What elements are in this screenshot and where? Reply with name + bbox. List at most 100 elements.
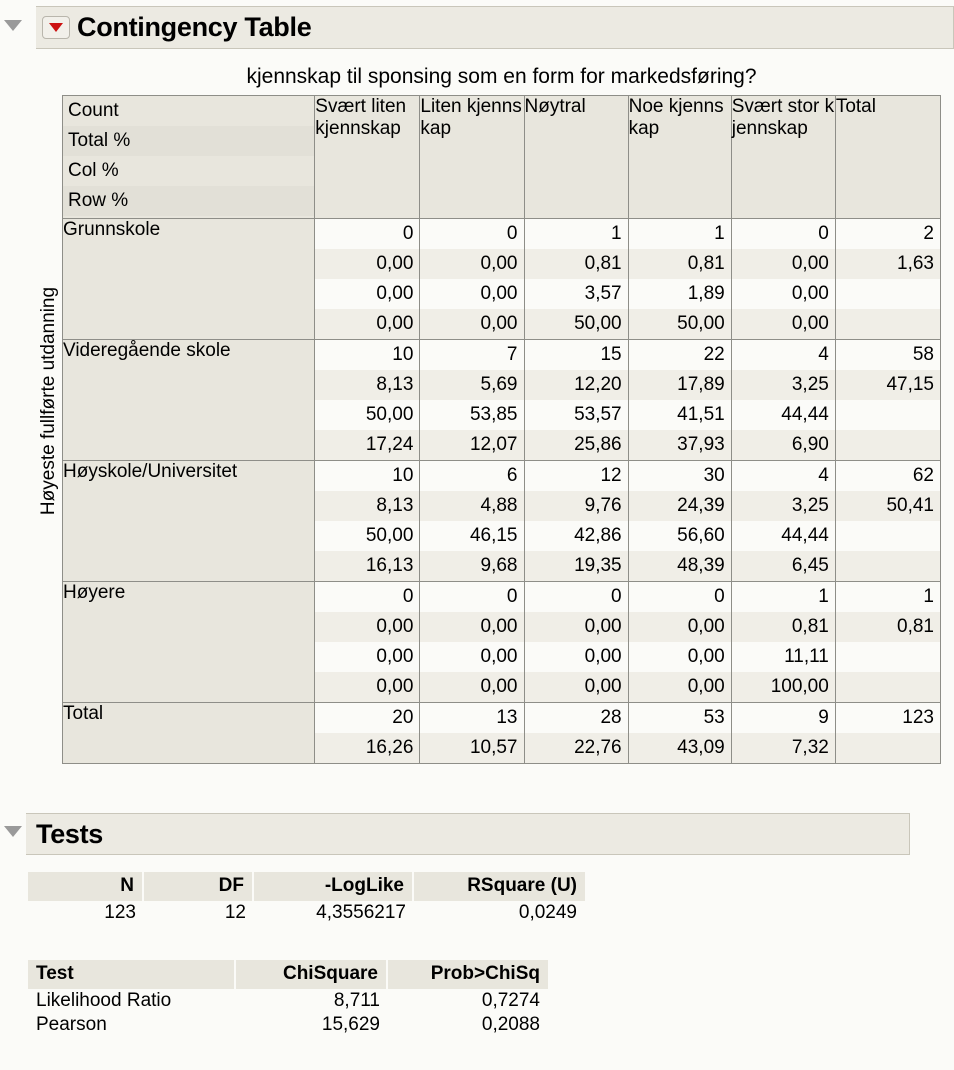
cell-value: 12	[600, 465, 622, 486]
cell-value	[835, 672, 940, 702]
cell-value	[835, 551, 940, 581]
cell-value: 11,11	[784, 646, 829, 667]
cell-value: 0	[506, 586, 518, 607]
column-variable-title: kjennskap til sponsing som en form for m…	[246, 65, 757, 88]
cell-value: 0	[714, 586, 725, 607]
table-row: Høyskole/Universitet 10 8,13 50,00 16,13 6 4,8…	[61, 460, 942, 582]
cell-value: 0,00	[791, 283, 829, 304]
cell-value: 30	[703, 465, 725, 486]
cell-value: 0,00	[731, 249, 835, 279]
tests-disclosure-triangle[interactable]	[2, 820, 24, 842]
data-cell: 4 3,25 44,44 6,45	[730, 460, 836, 582]
column-header-test: Test	[28, 960, 236, 989]
cell-value: 58	[912, 344, 934, 365]
cell-value: 20	[392, 707, 414, 728]
cell-value: 46,15	[469, 525, 518, 546]
stat-legend-cell: Count Total % Col % Row %	[61, 95, 316, 219]
cell-value: 7,32	[731, 733, 835, 763]
contingency-title: Contingency Table	[77, 12, 312, 42]
cell-value	[836, 400, 940, 430]
table-row: Likelihood Ratio 8,711 0,7274	[28, 989, 548, 1013]
triangle-down-icon	[4, 825, 22, 837]
cell-value: 44,44	[781, 525, 829, 546]
column-header-prob: Prob>ChiSq	[388, 960, 548, 989]
table-total-row: Total 20 16,26 13 10,57 28 22,76 53 43,09 9 7,32 12…	[61, 702, 942, 764]
value-n: 123	[104, 902, 136, 923]
cell-value: 6	[506, 465, 518, 486]
data-cell: 13 10,57	[419, 702, 525, 764]
cell-value: 8,13	[315, 491, 420, 521]
cell-value: 0,81	[524, 249, 628, 279]
cell-value: 28	[600, 707, 622, 728]
cell-value: 9	[818, 707, 829, 728]
data-cell: 20 16,26	[314, 702, 421, 764]
cell-value: 25,86	[524, 430, 628, 460]
cell-value: 0,00	[420, 612, 524, 642]
cell-value: 41,51	[677, 404, 725, 425]
cell-value: 7	[506, 344, 518, 365]
column-header-chisquare: ChiSquare	[236, 960, 388, 989]
cell-value: 0,00	[584, 646, 622, 667]
cell-value: 22,76	[524, 733, 628, 763]
cell-value: 1,63	[835, 249, 940, 279]
cell-value: 0,00	[376, 646, 414, 667]
tests-summary-table: N DF -LogLike RSquare (U) 123 12 4,35562…	[28, 872, 585, 925]
cell-value	[835, 309, 940, 339]
data-cell: 10 8,13 50,00 16,13	[314, 460, 421, 582]
stat-legend-item: Count	[68, 100, 119, 121]
stat-legend-item: Row %	[63, 186, 315, 216]
column-header: Noe kjennskap	[627, 95, 732, 219]
cell-value: 13	[496, 707, 518, 728]
cell-value: 0,00	[687, 646, 725, 667]
chisquare-value: 8,711	[333, 990, 380, 1011]
cell-value: 100,00	[731, 672, 835, 702]
cell-value: 17,89	[628, 370, 731, 400]
tests-title: Tests	[36, 818, 104, 849]
test-name: Pearson	[36, 1014, 107, 1035]
data-cell: 1 0,81 11,11 100,00	[730, 581, 836, 703]
value-df: 12	[224, 902, 246, 923]
column-header: Svært liten kjennskap	[314, 95, 421, 219]
cell-value: 53,85	[469, 404, 518, 425]
cell-value: 0,00	[315, 249, 420, 279]
cell-value: 17,24	[315, 430, 420, 460]
cell-value: 0,00	[315, 672, 420, 702]
column-header: Svært stor kjennskap	[730, 95, 836, 219]
cell-value: 1,89	[687, 283, 725, 304]
cell-value: 53	[703, 707, 725, 728]
cell-value: 0,00	[315, 612, 420, 642]
data-cell: 30 24,39 56,60 48,39	[627, 460, 732, 582]
data-cell: 9 7,32	[730, 702, 836, 764]
cell-value: 0,00	[480, 283, 518, 304]
cell-value: 0,00	[731, 309, 835, 339]
cell-value	[835, 430, 940, 460]
data-cell: 1 0,81 3,57 50,00	[523, 218, 629, 340]
tests-chisquare-table: Test ChiSquare Prob>ChiSq Likelihood Rat…	[28, 960, 548, 1037]
data-cell: 0 0,00 0,00 0,00	[314, 581, 421, 703]
cell-value: 5,69	[420, 370, 524, 400]
cell-value: 1	[611, 223, 622, 244]
data-cell: 62 50,41	[834, 460, 942, 582]
row-label: Grunnskole	[61, 218, 316, 340]
cell-value: 19,35	[524, 551, 628, 581]
cell-value: 50,41	[835, 491, 940, 521]
cell-value: 0,00	[420, 249, 524, 279]
prob-value: 0,2088	[481, 1014, 540, 1035]
data-cell: 15 12,20 53,57 25,86	[523, 339, 629, 461]
stat-legend-item: Total %	[63, 126, 315, 156]
contingency-menu-button[interactable]	[42, 16, 70, 39]
data-cell: 6 4,88 46,15 9,68	[419, 460, 525, 582]
table-row: 123 12 4,3556217 0,0249	[28, 901, 585, 925]
cell-value: 10	[392, 344, 414, 365]
cell-value: 22	[703, 344, 725, 365]
cell-value: 6,45	[731, 551, 835, 581]
tests-chisquare-body: Likelihood Ratio 8,711 0,7274 Pearson 15,629…	[28, 989, 548, 1037]
cell-value: 6,90	[731, 430, 835, 460]
cell-value	[836, 279, 940, 309]
cell-value: 47,15	[835, 370, 940, 400]
cell-value: 1	[818, 586, 829, 607]
table-row: Pearson 15,629 0,2088	[28, 1013, 548, 1037]
row-label: Videregående skole	[61, 339, 316, 461]
contingency-disclosure-triangle[interactable]	[2, 14, 24, 36]
tests-section-header: Tests	[26, 813, 910, 855]
